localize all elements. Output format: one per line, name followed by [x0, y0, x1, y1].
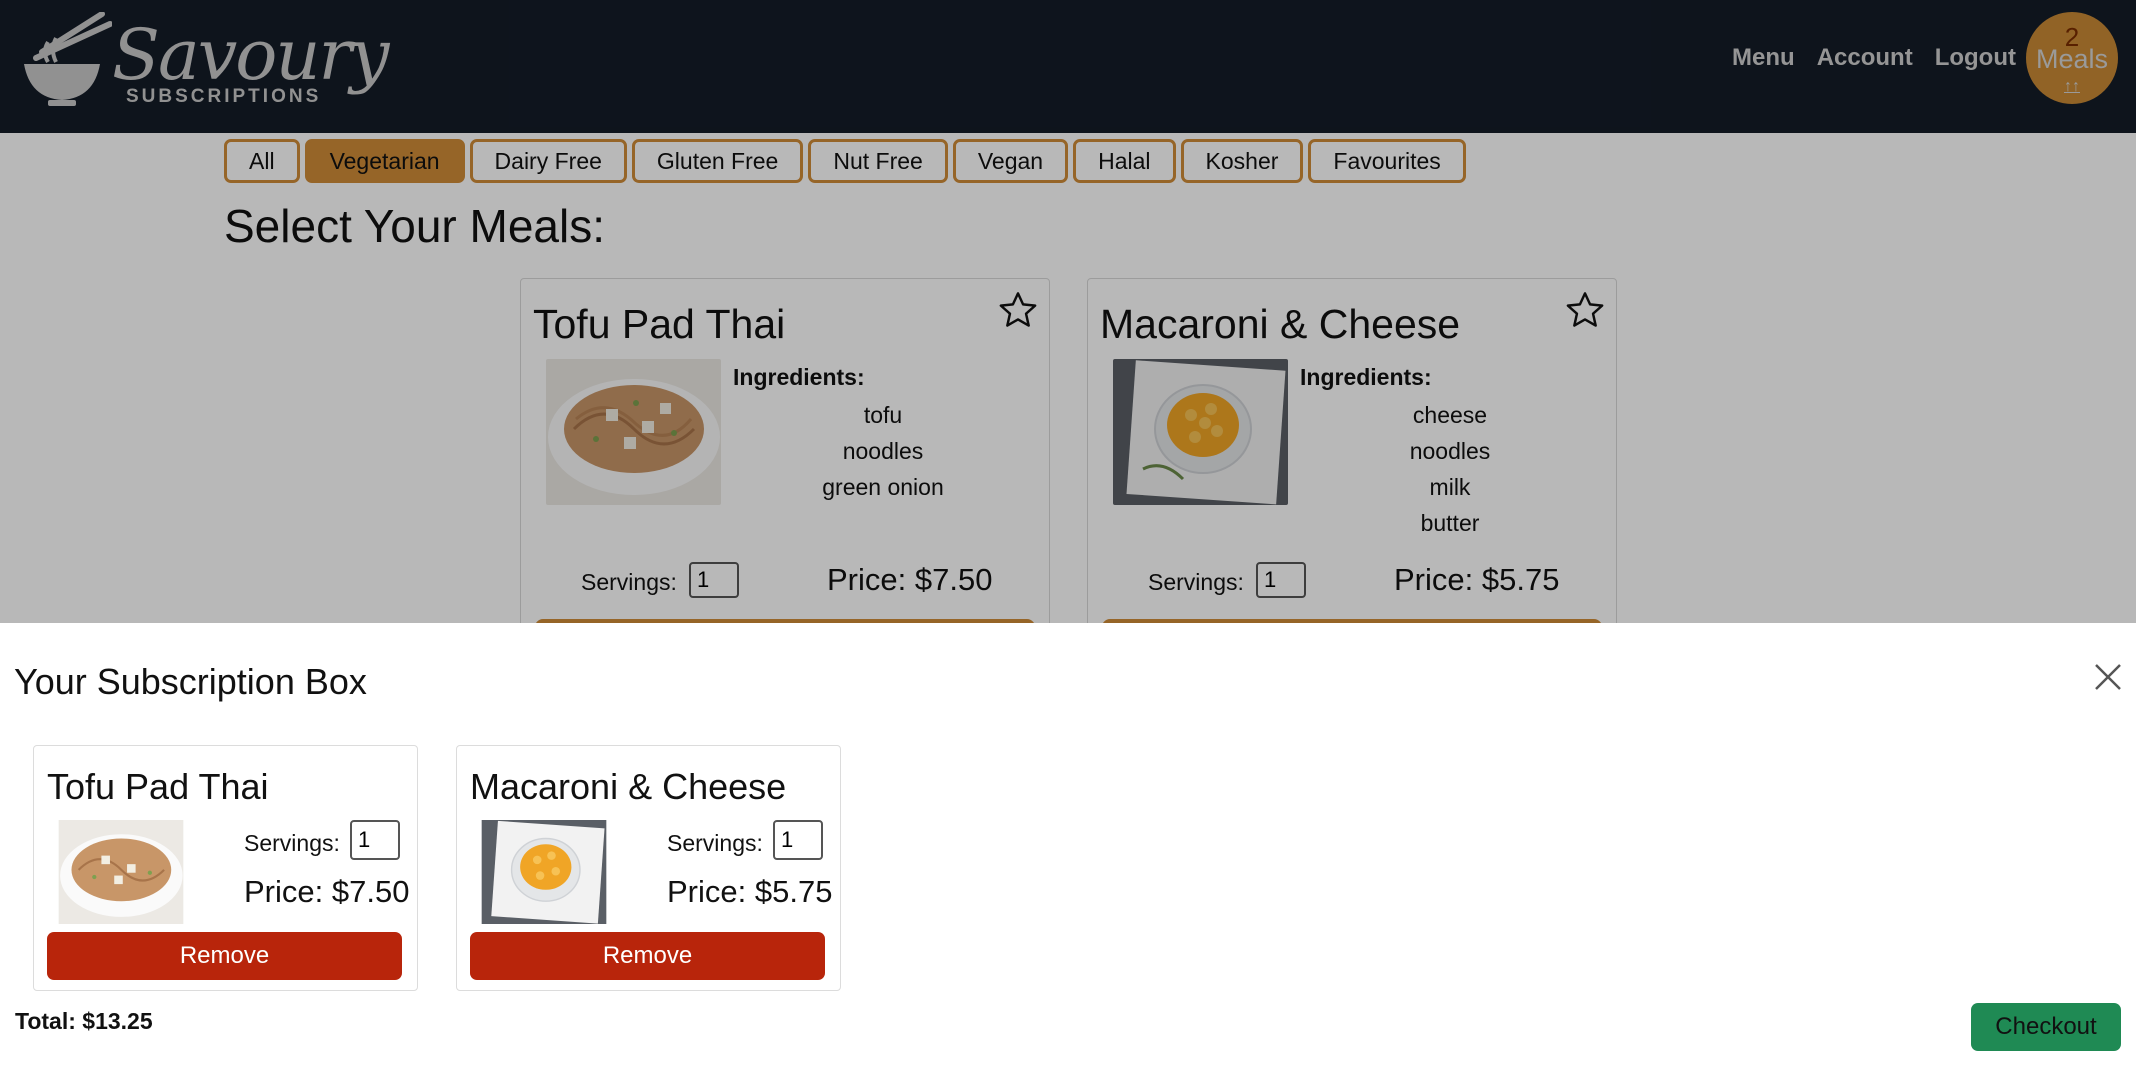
cart-item-name: Tofu Pad Thai: [47, 766, 269, 807]
servings-label: Servings:: [244, 830, 340, 856]
cart-item-price: Price: $7.50: [244, 874, 410, 909]
cart-item: Macaroni & Cheese Servings: Price: $5.75…: [456, 745, 841, 991]
servings-input[interactable]: [350, 820, 400, 860]
remove-button[interactable]: Remove: [470, 932, 825, 980]
cart-item-name: Macaroni & Cheese: [470, 766, 787, 807]
remove-button[interactable]: Remove: [47, 932, 402, 980]
checkout-button[interactable]: Checkout: [1971, 1003, 2121, 1051]
cart-item: Tofu Pad Thai Servings: Price: $7.50 Rem…: [33, 745, 418, 991]
close-icon[interactable]: [2092, 661, 2124, 693]
subscription-box-panel: Your Subscription Box Tofu Pad Thai Serv…: [0, 623, 2136, 1079]
servings-input[interactable]: [773, 820, 823, 860]
order-total: Total: $13.25: [15, 1008, 153, 1034]
servings-label: Servings:: [667, 830, 763, 856]
pad-thai-image: [58, 820, 184, 924]
panel-title: Your Subscription Box: [14, 661, 367, 702]
cart-item-price: Price: $5.75: [667, 874, 833, 909]
modal-backdrop[interactable]: [0, 0, 2136, 623]
macaroni-image: [481, 820, 607, 924]
